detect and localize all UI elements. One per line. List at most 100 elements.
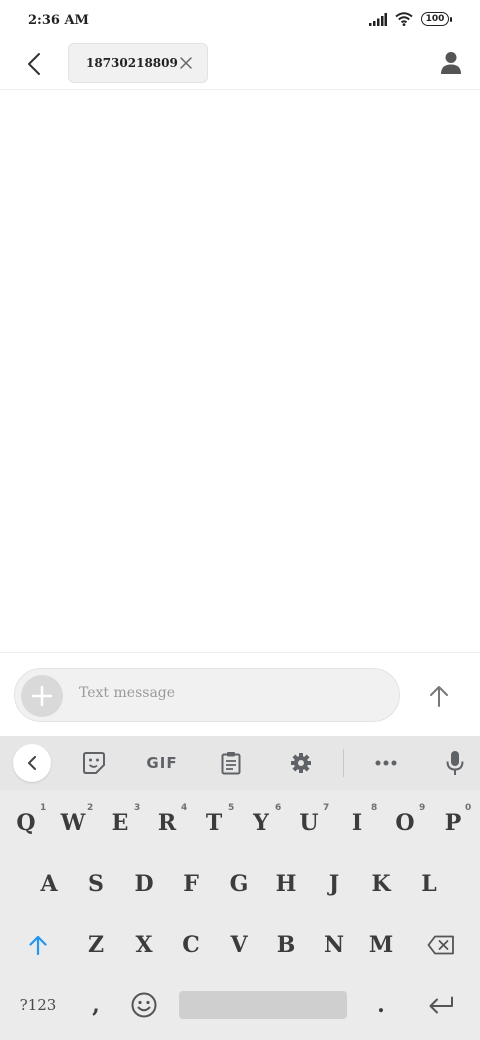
settings-button[interactable] [282,744,320,782]
key[interactable]: N [311,919,357,971]
key[interactable]: D [121,858,167,910]
key[interactable]: K [358,858,404,910]
key-label: U [299,810,319,836]
key[interactable]: W2 [50,797,96,849]
key-hint: 4 [181,803,188,813]
sticker-button[interactable] [75,744,113,782]
wifi-icon [395,12,413,26]
shift-arrow-icon [29,935,47,955]
key-hint: 8 [371,803,378,813]
key-label: Z [87,932,105,958]
comma-key[interactable]: , [73,979,119,1031]
clipboard-icon [221,752,241,775]
backspace-key[interactable] [418,919,464,971]
battery-level: 100 [421,12,449,26]
key[interactable]: I8 [334,797,380,849]
key[interactable]: J [311,858,357,910]
key[interactable]: Y6 [238,797,284,849]
compose-field[interactable]: Text message [14,668,400,722]
gif-button[interactable]: GIF [137,744,187,782]
back-arrow-icon [28,53,40,75]
chevron-left-icon [28,756,36,770]
key-hint: 9 [419,803,426,813]
voice-input-button[interactable] [436,744,474,782]
key[interactable]: B [263,919,309,971]
key[interactable]: E3 [97,797,143,849]
period-key[interactable]: . [358,979,404,1031]
key[interactable]: R4 [144,797,190,849]
key[interactable]: X [121,919,167,971]
key-label: D [134,871,154,897]
conversation-header: 18730218809 [0,40,480,90]
clipboard-button[interactable] [212,744,250,782]
key-hint: 5 [228,803,235,813]
key[interactable]: Z [73,919,119,971]
compose-bar: Text message [0,652,480,736]
person-icon [441,52,461,74]
key[interactable]: H [263,858,309,910]
key[interactable]: G [216,858,262,910]
send-button[interactable] [420,677,458,715]
key-label: J [328,871,340,897]
key-label: S [88,871,104,897]
key-label: X [135,932,153,958]
key-label: Q [16,810,36,836]
sticker-icon [83,752,105,774]
key-label: H [275,871,297,897]
key-label: M [368,932,394,958]
key[interactable]: L [406,858,452,910]
status-icons: 100 [369,12,452,26]
key-hint: 6 [275,803,282,813]
key[interactable]: P0 [430,797,476,849]
symbols-key[interactable]: ?123 [15,979,61,1031]
key[interactable]: V [216,919,262,971]
key-label: O [395,810,415,836]
shift-key[interactable] [15,919,61,971]
more-button[interactable] [367,744,405,782]
enter-icon [429,996,453,1014]
contact-button[interactable] [436,48,466,78]
key-hint: 2 [87,803,94,813]
key-label: N [323,932,345,958]
keyboard-toolbar: GIF [0,736,480,790]
key-label: L [421,871,437,897]
more-icon [375,760,397,766]
key-label: V [230,932,248,958]
key[interactable]: F [168,858,214,910]
key-hint: 7 [323,803,330,813]
key-label: G [229,871,249,897]
key-label: Y [253,810,269,836]
recipient-chip[interactable]: 18730218809 [68,43,208,83]
status-bar: 2:36 AM 100 [0,0,480,40]
key[interactable]: C [168,919,214,971]
signal-icon [369,12,387,26]
key[interactable]: T5 [191,797,237,849]
key-label: P [444,810,462,836]
back-button[interactable] [16,46,52,82]
key-hint: 1 [40,803,47,813]
key[interactable]: Q1 [3,797,49,849]
collapse-toolbar-button[interactable] [13,744,51,782]
key-label: R [157,810,177,836]
key-label: I [351,810,363,836]
key[interactable]: S [73,858,119,910]
key[interactable]: O9 [382,797,428,849]
toolbar-divider [343,749,344,777]
microphone-icon [446,751,464,775]
emoji-key[interactable] [121,979,167,1031]
space-bar[interactable] [179,991,347,1019]
plus-icon [32,686,52,706]
key-label: C [182,932,200,958]
key[interactable]: A [26,858,72,910]
attach-button[interactable] [21,675,63,717]
emoji-icon [131,992,157,1018]
recipient-number: 18730218809 [86,56,178,70]
close-icon[interactable] [179,56,193,70]
key[interactable]: M [358,919,404,971]
key-label: F [183,871,199,897]
enter-key[interactable] [418,979,464,1031]
key-hint: 0 [465,803,472,813]
key[interactable]: U7 [286,797,332,849]
text-message-input[interactable]: Text message [79,685,175,701]
key-label: K [371,871,391,897]
